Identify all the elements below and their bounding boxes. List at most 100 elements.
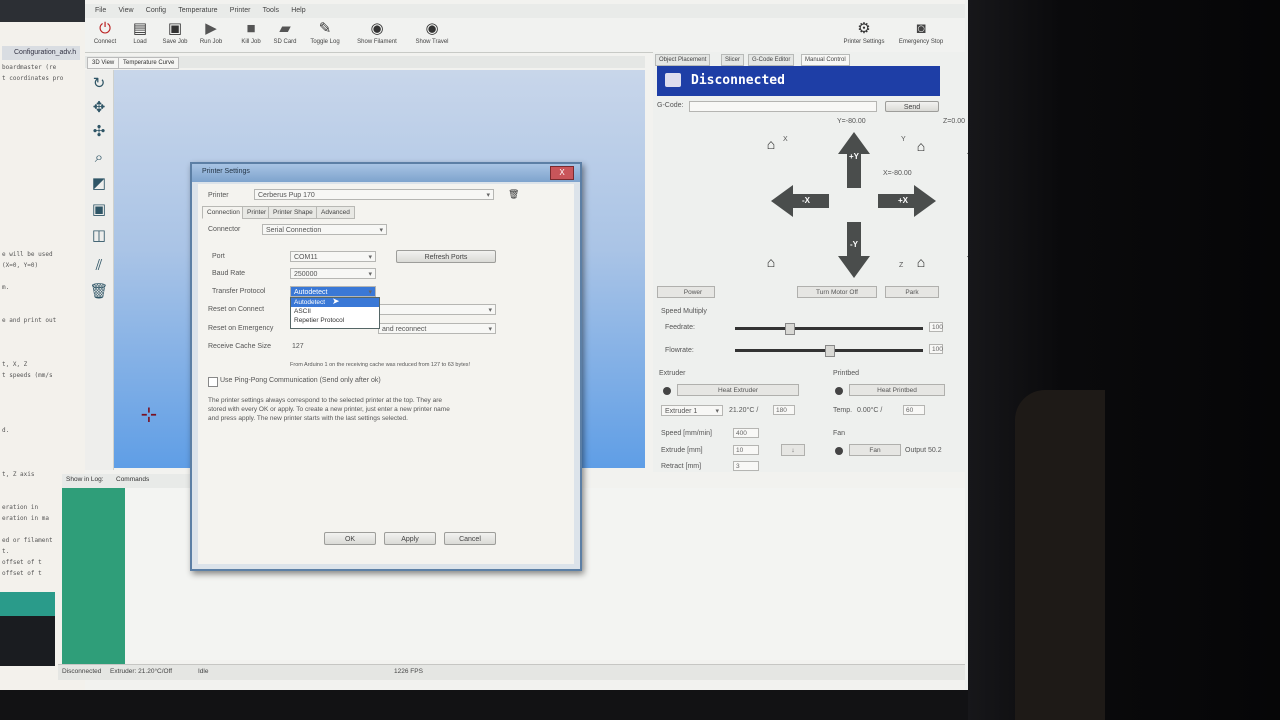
stop-icon: ■ (246, 20, 256, 37)
gears-icon: ⚙ (857, 20, 871, 37)
menu-file[interactable]: File (95, 7, 106, 14)
cancel-button[interactable]: Cancel (444, 532, 496, 545)
extrude-input[interactable]: 10 (733, 445, 759, 455)
protocol-option-ascii[interactable]: ASCII (291, 307, 379, 316)
pingpong-checkbox[interactable] (208, 377, 218, 387)
motors-off-button[interactable]: Turn Motor Off (797, 286, 877, 298)
menu-config[interactable]: Config (146, 7, 166, 14)
show-travel-button[interactable]: ◉ Show Travel (412, 20, 452, 45)
send-button[interactable]: Send (885, 101, 939, 112)
apply-button[interactable]: Apply (384, 532, 436, 545)
tab-manual-control[interactable]: Manual Control (801, 54, 850, 66)
ok-button[interactable]: OK (324, 532, 376, 545)
transfer-protocol-label: Transfer Protocol (212, 288, 266, 295)
top-view-icon[interactable]: ◫ (89, 226, 109, 246)
tab-object-placement[interactable]: Object Placement (655, 54, 711, 66)
tab-3d-view[interactable]: 3D View (87, 57, 120, 69)
dialog-close-button[interactable]: X (550, 166, 574, 180)
tab-connection[interactable]: Connection (202, 206, 245, 219)
flowrate-slider[interactable] (735, 345, 923, 357)
extrude-down-button[interactable]: ↓ (781, 444, 805, 456)
connector-select[interactable]: Serial Connection (262, 224, 387, 236)
trash-icon[interactable]: 🗑 (89, 282, 109, 302)
retract-input[interactable]: 3 (733, 461, 759, 471)
gcode-input[interactable] (689, 101, 877, 112)
heat-printbed-button[interactable]: Heat Printbed (849, 384, 945, 396)
tab-advanced[interactable]: Advanced (316, 206, 355, 219)
save-job-button[interactable]: ▣ Save Job (155, 20, 195, 45)
extruder-select[interactable]: Extruder 1 (661, 405, 723, 417)
power-button[interactable]: Power (657, 286, 715, 298)
jog-x-minus-label: -X (802, 196, 810, 205)
receive-cache-label: Receive Cache Size (208, 343, 272, 350)
menu-printer[interactable]: Printer (230, 7, 251, 14)
connector-label: Connector (208, 226, 241, 233)
move-object-icon[interactable]: ✣ (89, 122, 109, 142)
menu-temperature[interactable]: Temperature (178, 7, 217, 14)
heat-extruder-button[interactable]: Heat Extruder (677, 384, 799, 396)
printer-label: Printer (208, 192, 229, 199)
log-commands-toggle[interactable]: Commands (116, 476, 149, 483)
feedrate-label: Feedrate: (665, 324, 695, 331)
pencil-icon: ✎ (318, 20, 332, 37)
menu-tools[interactable]: Tools (263, 7, 279, 14)
menu-view[interactable]: View (119, 7, 134, 14)
delete-printer-icon[interactable]: 🗑 (508, 189, 519, 200)
home-all-icon[interactable]: ⌂ (763, 254, 779, 270)
port-select[interactable]: COM11 (290, 251, 376, 263)
extruder-target-input[interactable]: 180 (773, 405, 795, 415)
home-x-icon[interactable]: ⌂ (763, 136, 779, 152)
flowrate-slider-handle[interactable] (825, 345, 835, 357)
toggle-log-button[interactable]: ✎ Toggle Log (305, 20, 345, 45)
home-y-icon[interactable]: ⌂ (913, 138, 929, 154)
feedrate-slider-handle[interactable] (785, 323, 795, 335)
jog-y-minus-icon[interactable] (838, 222, 870, 278)
iso-view-icon[interactable]: ◩ (89, 174, 109, 194)
arrow-down-icon: ↓ (791, 447, 795, 454)
eye-icon: ◉ (425, 20, 439, 37)
reset-on-connect-select[interactable] (378, 304, 496, 316)
x-axis-label: X (783, 136, 788, 143)
sd-card-button[interactable]: ▰ SD Card (265, 20, 305, 45)
reset-on-connect-label: Reset on Connect (208, 306, 265, 313)
background-window-titlebar (0, 0, 85, 22)
show-filament-button[interactable]: ◉ Show Filament (357, 20, 397, 45)
speed-label: Speed [mm/min] (661, 430, 712, 437)
dialog-body: Printer Cerberus Pup 170 🗑 Connection Pr… (198, 184, 574, 564)
fan-button[interactable]: Fan (849, 444, 901, 456)
feedrate-slider[interactable] (735, 323, 923, 335)
emergency-stop-button[interactable]: ◙ Emergency Stop (893, 20, 949, 45)
receive-cache-value[interactable]: 127 (292, 343, 304, 350)
printer-select[interactable]: Cerberus Pup 170 (254, 189, 494, 201)
tab-temperature-curve[interactable]: Temperature Curve (118, 57, 180, 69)
extruder-heat-indicator (663, 387, 671, 395)
editor-tab[interactable]: Configuration_adv.h (2, 46, 80, 60)
load-button[interactable]: ▤ Load (120, 20, 160, 45)
printer-settings-button[interactable]: ⚙ Printer Settings (838, 20, 890, 45)
tab-gcode-editor[interactable]: G-Code Editor (748, 54, 795, 66)
flowrate-value[interactable]: 100 (929, 344, 943, 354)
connect-button[interactable]: ⏻ Connect (85, 20, 125, 45)
flowrate-label: Flowrate: (665, 347, 694, 354)
move-icon[interactable]: ✥ (89, 98, 109, 118)
speed-input[interactable]: 400 (733, 428, 759, 438)
baud-rate-select[interactable]: 250000 (290, 268, 376, 280)
menu-help[interactable]: Help (291, 7, 305, 14)
zoom-icon[interactable]: ⌕ (89, 148, 109, 168)
run-job-button[interactable]: ▶ Run Job (191, 20, 231, 45)
tab-printer[interactable]: Printer (242, 206, 272, 219)
refresh-ports-button[interactable]: Refresh Ports (396, 250, 496, 263)
feedrate-value[interactable]: 100 (929, 322, 943, 332)
fan-label: Fan (833, 430, 846, 437)
bed-target-input[interactable]: 60 (903, 405, 925, 415)
home-z-icon[interactable]: ⌂ (913, 254, 929, 270)
reset-on-emergency-select[interactable]: and reconnect (378, 323, 496, 335)
reset-view-icon[interactable]: ↻ (89, 74, 109, 94)
parallel-view-icon[interactable]: ⫽ (89, 256, 109, 276)
protocol-option-repetier[interactable]: Repetier Protocol (291, 316, 379, 325)
front-view-icon[interactable]: ▣ (89, 200, 109, 220)
tab-printer-shape[interactable]: Printer Shape (268, 206, 318, 219)
bed-temp-label: Temp. (833, 407, 853, 414)
park-button[interactable]: Park (885, 286, 939, 298)
tab-slicer[interactable]: Slicer (721, 54, 745, 66)
